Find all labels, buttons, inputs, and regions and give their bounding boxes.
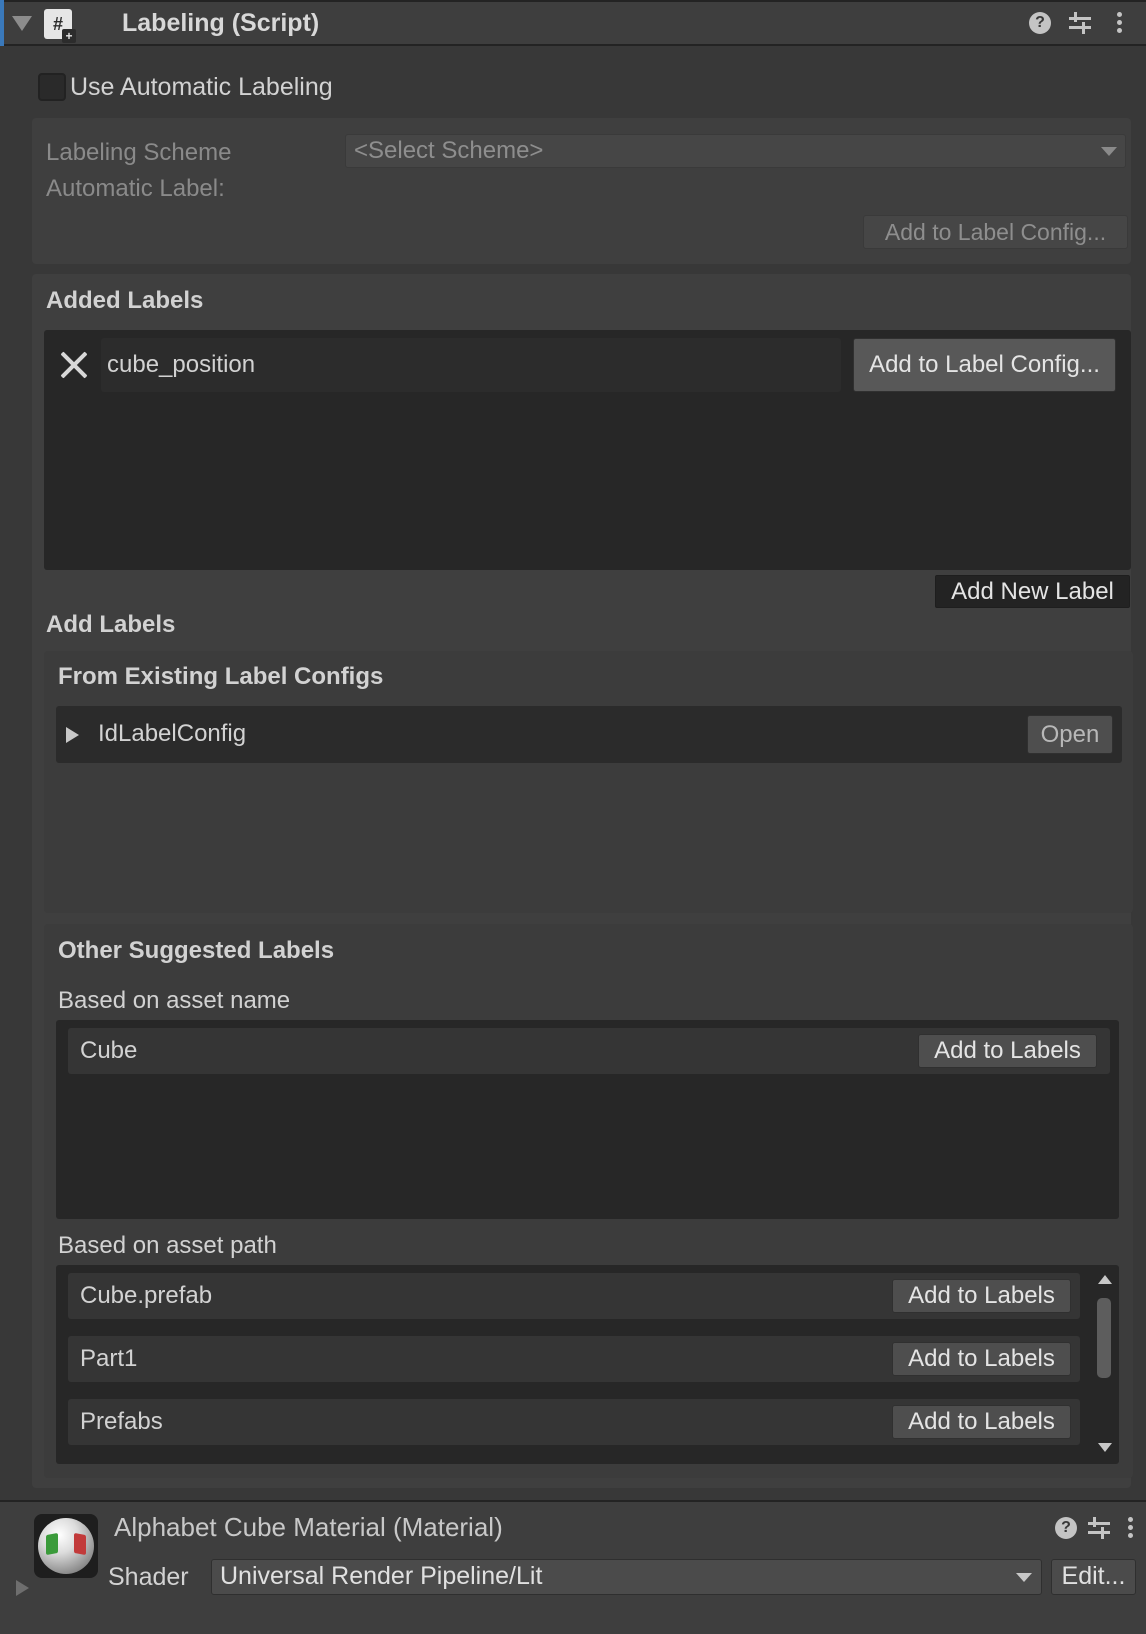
suggested-label-name: Cube: [80, 1037, 138, 1064]
foldout-arrow-icon[interactable]: [12, 16, 32, 31]
add-labels-heading: Add Labels: [46, 611, 176, 638]
label-text-field[interactable]: cube_position: [101, 338, 841, 392]
scroll-thumb[interactable]: [1097, 1298, 1111, 1378]
help-icon[interactable]: ?: [1029, 12, 1051, 34]
scroll-up-icon[interactable]: [1098, 1275, 1112, 1284]
presets-icon[interactable]: [1088, 1517, 1110, 1539]
material-title: Alphabet Cube Material (Material): [114, 1512, 503, 1542]
more-icon[interactable]: [1117, 12, 1123, 34]
shader-edit-button[interactable]: Edit...: [1051, 1559, 1136, 1595]
remove-label-icon[interactable]: [60, 351, 88, 379]
labeling-scheme-label: Labeling Scheme: [46, 139, 232, 166]
presets-icon[interactable]: [1069, 12, 1091, 34]
script-icon: # +: [44, 9, 76, 43]
suggested-label-name: Part1: [80, 1345, 138, 1372]
shader-value: Universal Render Pipeline/Lit: [220, 1562, 543, 1590]
suggested-label-name: Cube.prefab: [80, 1282, 213, 1309]
more-icon[interactable]: [1128, 1517, 1134, 1539]
add-to-labels-button[interactable]: Add to Labels: [918, 1034, 1097, 1068]
asset-path-heading: Based on asset path: [58, 1232, 277, 1259]
add-to-labels-button[interactable]: Add to Labels: [892, 1342, 1071, 1376]
shader-label: Shader: [108, 1563, 189, 1591]
automatic-labeling-checkbox[interactable]: [38, 73, 66, 101]
suggested-labels-heading: Other Suggested Labels: [58, 937, 335, 964]
chevron-down-icon: [1016, 1573, 1032, 1582]
material-preview-icon: [34, 1514, 98, 1578]
component-title: Labeling (Script): [122, 9, 320, 37]
add-to-labels-button[interactable]: Add to Labels: [892, 1405, 1071, 1439]
help-icon[interactable]: ?: [1055, 1517, 1077, 1539]
labeling-scheme-value: <Select Scheme>: [354, 137, 544, 164]
shader-dropdown[interactable]: Universal Render Pipeline/Lit: [211, 1559, 1042, 1595]
open-config-button[interactable]: Open: [1027, 715, 1113, 754]
add-new-label-button[interactable]: Add New Label: [935, 575, 1130, 608]
existing-configs-heading: From Existing Label Configs: [58, 663, 384, 690]
selection-accent: [0, 0, 4, 46]
add-to-label-config-button[interactable]: Add to Label Config...: [853, 338, 1116, 392]
automatic-label-label: Automatic Label:: [46, 175, 225, 202]
label-value: cube_position: [107, 351, 256, 378]
auto-add-to-label-config-button[interactable]: Add to Label Config...: [863, 215, 1128, 249]
labeling-scheme-dropdown[interactable]: <Select Scheme>: [345, 134, 1126, 168]
added-labels-heading: Added Labels: [46, 287, 204, 314]
config-name: IdLabelConfig: [98, 720, 247, 747]
scroll-down-icon[interactable]: [1098, 1443, 1112, 1452]
add-to-labels-button[interactable]: Add to Labels: [892, 1279, 1071, 1313]
suggested-label-name: Prefabs: [80, 1408, 163, 1435]
chevron-down-icon: [1101, 147, 1117, 156]
expand-arrow-icon[interactable]: [66, 727, 79, 743]
asset-name-heading: Based on asset name: [58, 987, 291, 1014]
automatic-labeling-label: Use Automatic Labeling: [70, 73, 333, 101]
foldout-arrow-icon[interactable]: [16, 1580, 29, 1596]
